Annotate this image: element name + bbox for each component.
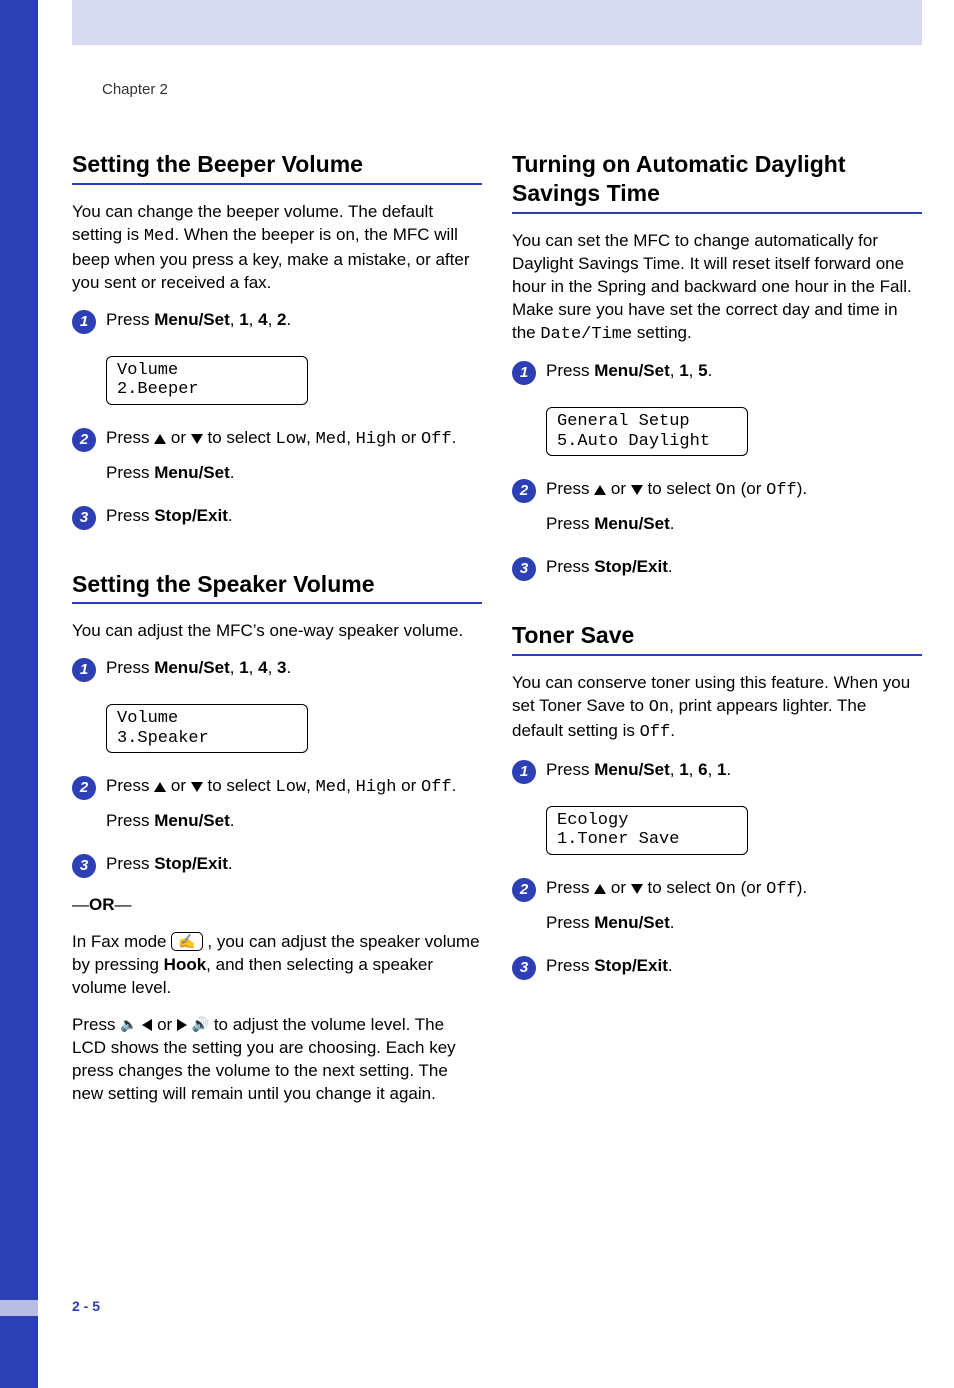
- page: Chapter 2 Setting the Beeper Volume You …: [0, 0, 954, 1388]
- step-badge: 3: [72, 506, 96, 530]
- right-column: Turning on Automatic Daylight Savings Ti…: [512, 150, 922, 1119]
- chapter-label: Chapter 2: [102, 80, 922, 100]
- down-arrow-icon: [631, 485, 643, 495]
- lcd-display: Volume 2.Beeper: [106, 356, 308, 405]
- left-column: Setting the Beeper Volume You can change…: [72, 150, 482, 1119]
- daylight-step-2: 2 Press or to select On (or Off). Press …: [512, 478, 922, 546]
- daylight-step-3: 3 Press Stop/Exit.: [512, 556, 922, 589]
- up-arrow-icon: [594, 884, 606, 894]
- speaker-high-icon: 🔊: [192, 1016, 209, 1032]
- columns: Setting the Beeper Volume You can change…: [72, 150, 922, 1119]
- page-number: 2 - 5: [72, 1297, 100, 1316]
- step-badge: 2: [72, 428, 96, 452]
- step-badge: 3: [512, 557, 536, 581]
- down-arrow-icon: [191, 782, 203, 792]
- volume-paragraph: Press 🔈 or 🔊 to adjust the volume level.…: [72, 1014, 482, 1106]
- left-arrow-icon: [142, 1019, 152, 1031]
- speaker-step-1: 1 Press Menu/Set, 1, 4, 3.: [72, 657, 482, 690]
- fax-icon: ✍: [171, 932, 202, 951]
- step-badge: 2: [512, 479, 536, 503]
- down-arrow-icon: [631, 884, 643, 894]
- or-separator: —OR—: [72, 894, 482, 917]
- step-badge: 1: [72, 658, 96, 682]
- beeper-step-3: 3 Press Stop/Exit.: [72, 505, 482, 538]
- step-badge: 2: [72, 776, 96, 800]
- fax-paragraph: In Fax mode ✍ , you can adjust the speak…: [72, 931, 482, 1000]
- down-arrow-icon: [191, 434, 203, 444]
- step-badge: 1: [512, 760, 536, 784]
- side-accent: [0, 0, 38, 1388]
- content: Chapter 2 Setting the Beeper Volume You …: [72, 45, 922, 1120]
- heading-toner: Toner Save: [512, 621, 922, 656]
- daylight-intro: You can set the MFC to change automatica…: [512, 230, 922, 347]
- footer-accent: [0, 1300, 38, 1316]
- lcd-display: Ecology 1.Toner Save: [546, 806, 748, 855]
- step-badge: 3: [72, 854, 96, 878]
- heading-speaker: Setting the Speaker Volume: [72, 570, 482, 605]
- top-accent: [72, 0, 922, 45]
- beeper-intro: You can change the beeper volume. The de…: [72, 201, 482, 295]
- beeper-step-2: 2 Press or to select Low, Med, High or O…: [72, 427, 482, 495]
- lcd-display: General Setup 5.Auto Daylight: [546, 407, 748, 456]
- toner-step-2: 2 Press or to select On (or Off). Press …: [512, 877, 922, 945]
- step-badge: 3: [512, 956, 536, 980]
- right-arrow-icon: [177, 1019, 187, 1031]
- toner-step-1: 1 Press Menu/Set, 1, 6, 1.: [512, 759, 922, 792]
- step-badge: 2: [512, 878, 536, 902]
- toner-intro: You can conserve toner using this featur…: [512, 672, 922, 745]
- beeper-step-1: 1 Press Menu/Set, 1, 4, 2.: [72, 309, 482, 342]
- speaker-step-3: 3 Press Stop/Exit.: [72, 853, 482, 886]
- heading-beeper: Setting the Beeper Volume: [72, 150, 482, 185]
- lcd-display: Volume 3.Speaker: [106, 704, 308, 753]
- toner-step-3: 3 Press Stop/Exit.: [512, 955, 922, 988]
- speaker-intro: You can adjust the MFC’s one-way speaker…: [72, 620, 482, 643]
- up-arrow-icon: [154, 434, 166, 444]
- up-arrow-icon: [154, 782, 166, 792]
- daylight-step-1: 1 Press Menu/Set, 1, 5.: [512, 360, 922, 393]
- step-badge: 1: [72, 310, 96, 334]
- heading-daylight: Turning on Automatic Daylight Savings Ti…: [512, 150, 922, 214]
- speaker-step-2: 2 Press or to select Low, Med, High or O…: [72, 775, 482, 843]
- step-badge: 1: [512, 361, 536, 385]
- up-arrow-icon: [594, 485, 606, 495]
- speaker-low-icon: 🔈: [120, 1016, 137, 1032]
